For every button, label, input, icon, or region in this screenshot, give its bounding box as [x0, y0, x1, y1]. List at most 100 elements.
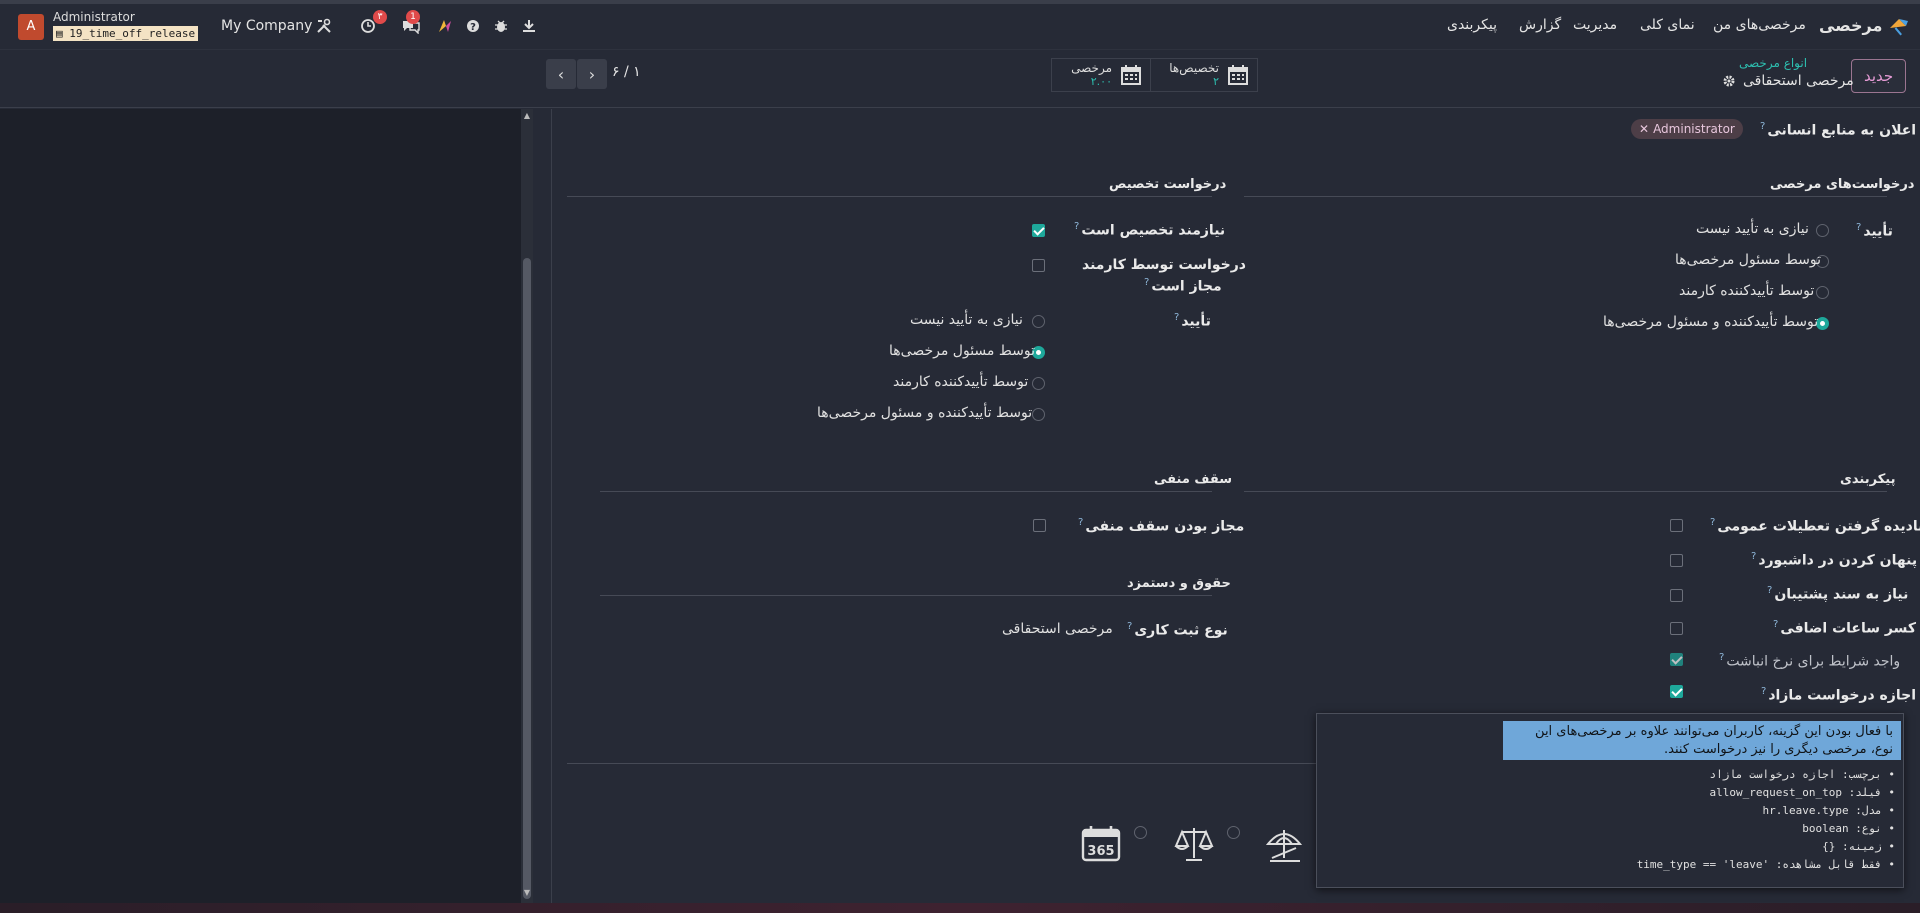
- database-icon: ▤: [56, 27, 70, 40]
- gear-icon[interactable]: [1722, 74, 1736, 88]
- svg-text:365: 365: [1087, 844, 1114, 859]
- help-tooltip-icon: ?: [1074, 221, 1080, 232]
- timeoff-approval-label: تأیید?: [1856, 222, 1893, 240]
- calendar-365-icon[interactable]: 365: [1080, 824, 1126, 870]
- timeoff-app-icon[interactable]: [1887, 16, 1909, 38]
- allocation-approval-radio-none[interactable]: [1032, 315, 1045, 328]
- scroll-down-icon[interactable]: ▼: [523, 889, 531, 897]
- timeoff-approval-option-officer[interactable]: توسط مسئول مرخصی‌ها: [1675, 252, 1821, 268]
- avatar[interactable]: A: [18, 14, 44, 40]
- icon-radio[interactable]: [1227, 826, 1240, 839]
- help-tooltip-icon: ?: [1760, 121, 1766, 132]
- section-separator: [567, 763, 1327, 764]
- timeoff-approval-option-none[interactable]: نیازی به تأیید نیست: [1696, 221, 1809, 237]
- database-name: 19_time_off_release: [69, 27, 196, 40]
- employee-request-checkbox[interactable]: [1032, 259, 1045, 272]
- allow-negative-cap-label: مجاز بودن سقف منفی?: [1078, 517, 1245, 535]
- menu-management[interactable]: مدیریت: [1573, 17, 1617, 33]
- menu-my-timeoff[interactable]: مرخصی‌های من: [1713, 17, 1806, 33]
- section-separator: [567, 196, 1212, 197]
- help-tooltip-icon: ?: [1078, 517, 1084, 528]
- scale-icon[interactable]: [1172, 824, 1218, 870]
- remove-tag-icon[interactable]: ✕: [1639, 122, 1649, 136]
- breadcrumb-parent[interactable]: انواع مرخصی: [1739, 56, 1807, 70]
- app-brand[interactable]: مرخصی: [1819, 16, 1882, 35]
- menu-configuration[interactable]: پیکربندی: [1447, 17, 1497, 33]
- allocation-approval-option-none[interactable]: نیازی به تأیید نیست: [910, 312, 1023, 328]
- timeoff-approval-radio-none[interactable]: [1816, 224, 1829, 237]
- requires-supporting-document-checkbox[interactable]: [1670, 589, 1683, 602]
- debug-bug-icon[interactable]: [490, 15, 512, 37]
- icon-radio[interactable]: [1134, 826, 1147, 839]
- chevron-right-icon: ›: [588, 64, 596, 84]
- tooltip-line-context: • زمینه: {}: [1822, 840, 1895, 853]
- deduct-extra-hours-checkbox[interactable]: [1670, 622, 1683, 635]
- menu-reporting[interactable]: گزارش: [1519, 17, 1561, 33]
- eligible-accrual-rate-checkbox[interactable]: [1670, 653, 1683, 666]
- new-button[interactable]: جدید: [1851, 59, 1907, 93]
- timeoff-approval-radio-manager[interactable]: [1816, 286, 1829, 299]
- help-tooltip-icon: ?: [1751, 551, 1757, 562]
- config-field-label: نیاز به سند پشتیبان?: [1767, 585, 1909, 603]
- allow-request-on-top-checkbox[interactable]: [1670, 685, 1683, 698]
- allocation-approval-radio-both[interactable]: [1032, 408, 1045, 421]
- allocation-approval-option-manager[interactable]: توسط تأییدکننده کارمند: [893, 374, 1028, 390]
- calendar-icon: [1228, 65, 1248, 85]
- employee-request-label-line2: مجاز است?: [1144, 277, 1222, 295]
- scroll-up-icon[interactable]: ▲: [523, 112, 531, 120]
- scrollbar-thumb[interactable]: [523, 258, 531, 899]
- tooltip-help-text: با فعال بودن این گزینه، کاربران می‌توانن…: [1503, 721, 1901, 760]
- config-field-label: کسر ساعات اضافی?: [1773, 619, 1916, 637]
- tooltip-line-label: • برچسب: اجازه درخواست مازاد: [1709, 768, 1895, 781]
- tools-icon[interactable]: [313, 15, 335, 37]
- timeoff-stat-value: ۲.۰۰: [1090, 75, 1112, 88]
- calendar-icon: [1121, 65, 1141, 85]
- download-icon[interactable]: [518, 15, 540, 37]
- chevron-left-icon: ‹: [557, 64, 565, 84]
- hide-on-dashboard-checkbox[interactable]: [1670, 554, 1683, 567]
- help-tooltip-icon: ?: [1856, 222, 1862, 233]
- allocation-approval-radio-manager[interactable]: [1032, 377, 1045, 390]
- timeoff-approval-option-both[interactable]: توسط تأییدکننده و مسئول مرخصی‌ها: [1603, 314, 1818, 330]
- config-field-label: اجازه درخواست مازاد?: [1761, 686, 1916, 704]
- ignore-public-holidays-checkbox[interactable]: [1670, 519, 1683, 532]
- allocation-approval-option-both[interactable]: توسط تأییدکننده و مسئول مرخصی‌ها: [817, 405, 1032, 421]
- config-field-label: واجد شرایط برای نرخ انباشت?: [1719, 652, 1901, 670]
- breadcrumb-current: مرخصی استحقاقی: [1743, 73, 1854, 89]
- pager-next-button[interactable]: ›: [577, 59, 607, 89]
- timeoff-stat-label: مرخصی: [1071, 61, 1112, 75]
- work-entry-type-value[interactable]: مرخصی استحقاقی: [1002, 621, 1113, 637]
- activity-icon[interactable]: ۳: [357, 10, 387, 37]
- section-separator: [600, 491, 1212, 492]
- requires-allocation-checkbox[interactable]: [1032, 224, 1045, 237]
- timeoff-approval-option-manager[interactable]: توسط تأییدکننده کارمند: [1679, 283, 1814, 299]
- tooltip-line-field: • فیلد: allow_request_on_top: [1709, 786, 1895, 799]
- allow-negative-cap-checkbox[interactable]: [1033, 519, 1046, 532]
- config-field-label: پنهان کردن در داشبورد?: [1751, 551, 1918, 569]
- allocations-stat-button[interactable]: تخصیص‌ها ۲: [1150, 58, 1258, 92]
- user-name[interactable]: Administrator: [53, 10, 135, 24]
- menu-overview[interactable]: نمای کلی: [1640, 17, 1695, 33]
- help-tooltip-icon: ?: [1144, 277, 1150, 288]
- help-tooltip-icon: ?: [1773, 619, 1779, 630]
- tooltip-line-type: • نوع: boolean: [1802, 822, 1895, 835]
- negative-cap-title: سقف منفی: [1154, 472, 1233, 487]
- notify-hr-tag[interactable]: ✕ Administrator: [1631, 119, 1743, 139]
- control-panel: جدید انواع مرخصی مرخصی استحقاقی تخصیص‌ها…: [0, 50, 1920, 108]
- payroll-title: حقوق و دستمزد: [1127, 576, 1231, 591]
- pager-value[interactable]: ۱ / ۶: [612, 64, 641, 80]
- help-icon[interactable]: ?: [462, 15, 484, 37]
- umbrella-icon[interactable]: [1264, 824, 1310, 870]
- requires-allocation-label: نیازمند تخصیص است?: [1074, 221, 1226, 239]
- messages-icon[interactable]: 1: [400, 10, 422, 37]
- allocations-stat-label: تخصیص‌ها: [1169, 61, 1219, 75]
- allocation-approval-option-officer[interactable]: توسط مسئول مرخصی‌ها: [889, 343, 1035, 359]
- pager-previous-button[interactable]: ‹: [546, 59, 576, 89]
- messages-badge: 1: [406, 10, 420, 24]
- company-switcher[interactable]: My Company: [221, 18, 312, 34]
- studio-icon[interactable]: [434, 15, 456, 37]
- allocation-approval-label: تأیید?: [1174, 312, 1211, 330]
- tooltip-line-invisible: • فقط قابل مشاهده: 'time_type == 'leave: [1636, 858, 1895, 871]
- timeoff-stat-button[interactable]: مرخصی ۲.۰۰: [1051, 58, 1151, 92]
- employee-request-label-line1: درخواست توسط کارمند: [1082, 257, 1246, 273]
